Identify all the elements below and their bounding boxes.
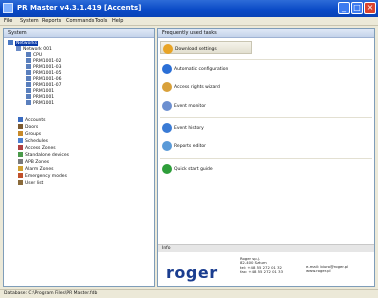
contact-info: e-mail: biuro@roger.pl www.roger.pl [306, 264, 348, 274]
status-text: Database: C:\Program Files\PR Master.fdb [4, 291, 98, 296]
user-list-icon [18, 180, 23, 185]
company-info: Roger sp.j. 82-400 Sztum tel: +48 55 272… [240, 256, 283, 275]
menu-bar: File System Reports Commands Tools Help [0, 17, 378, 26]
tree-node[interactable]: Alarm Zones [18, 166, 53, 172]
tree-node[interactable]: Standalone devices [18, 152, 69, 158]
network-icon [16, 46, 21, 51]
monitor-icon [162, 101, 172, 111]
system-tree-panel: System Networks Network 001 CPU PRM1001-… [3, 28, 155, 287]
close-button[interactable]: × [364, 2, 376, 14]
panel-header: System [4, 29, 154, 38]
device-icon [26, 82, 31, 87]
schedule-icon [18, 138, 23, 143]
alarm-icon [18, 166, 23, 171]
divider [160, 158, 372, 159]
tree-node[interactable]: User list [18, 180, 43, 186]
device-icon [26, 58, 31, 63]
history-icon [162, 123, 172, 133]
users-icon [18, 117, 23, 122]
tree-node[interactable]: Doors [18, 124, 38, 130]
config-icon [162, 64, 172, 74]
panel-header: Frequently used tasks [158, 29, 374, 38]
apb-icon [18, 159, 23, 164]
device-icon [26, 88, 31, 93]
minimize-button[interactable]: _ [338, 2, 350, 14]
tree-node[interactable]: PRM1001 [26, 100, 54, 106]
device-icon [26, 76, 31, 81]
divider [160, 117, 372, 118]
tree-node[interactable]: Emergency modes [18, 173, 67, 179]
network-icon [8, 40, 13, 45]
tree-node[interactable]: APB Zones [18, 159, 49, 165]
info-header: Info [158, 244, 374, 252]
menu-tools[interactable]: Tools [95, 18, 107, 24]
title-bar: PR Master v4.3.1.419 [Accents] _ □ × [0, 0, 378, 17]
menu-file[interactable]: File [4, 18, 12, 24]
wizard-icon [162, 82, 172, 92]
tree-node[interactable]: Groups [18, 131, 41, 137]
device-icon [26, 94, 31, 99]
status-bar: Database: C:\Program Files\PR Master.fdb [0, 289, 378, 298]
website-link[interactable]: www.roger.pl [306, 268, 348, 273]
zone-icon [18, 145, 23, 150]
tasks-list: Download settings Automatic configuratio… [158, 38, 374, 244]
door-icon [18, 124, 23, 129]
device-icon [26, 100, 31, 105]
tasks-panel: Frequently used tasks Download settings … [157, 28, 375, 287]
groups-icon [18, 131, 23, 136]
window-title: PR Master v4.3.1.419 [Accents] [17, 4, 142, 12]
tree-node[interactable]: Access Zones [18, 145, 56, 151]
device-icon [26, 64, 31, 69]
tree-node[interactable]: Schedules [18, 138, 48, 144]
roger-logo: roger [166, 263, 218, 282]
download-icon [163, 44, 173, 54]
menu-commands[interactable]: Commands [66, 18, 94, 24]
guide-icon [162, 164, 172, 174]
menu-help[interactable]: Help [112, 18, 123, 24]
device-icon [18, 152, 23, 157]
tree-node[interactable]: Accounts [18, 117, 46, 123]
menu-system[interactable]: System [20, 18, 39, 24]
menu-reports[interactable]: Reports [42, 18, 61, 24]
emergency-icon [18, 173, 23, 178]
reports-icon [162, 141, 172, 151]
device-icon [26, 70, 31, 75]
app-icon [3, 3, 13, 13]
cpu-icon [26, 52, 31, 57]
info-box: roger Roger sp.j. 82-400 Sztum tel: +48 … [158, 252, 374, 286]
task-download-settings[interactable]: Download settings [160, 41, 252, 54]
maximize-button[interactable]: □ [351, 2, 363, 14]
divider [160, 59, 372, 60]
